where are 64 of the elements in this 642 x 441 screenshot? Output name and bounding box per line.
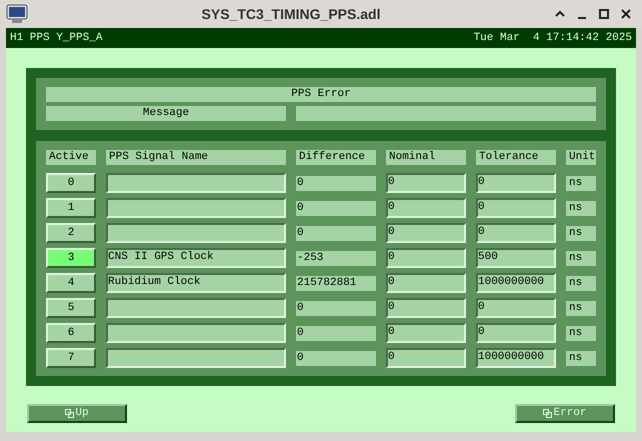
tolerance-field[interactable]: 0: [476, 323, 556, 343]
date-time: Tue Mar 4 17:14:42 2025: [474, 30, 632, 46]
column-header: Nominal: [386, 150, 466, 165]
unit-label: ns: [566, 301, 596, 316]
tolerance-field[interactable]: 1000000000: [476, 273, 556, 293]
active-button[interactable]: 1: [46, 198, 96, 218]
active-button[interactable]: 3: [46, 248, 96, 268]
empty-name-field[interactable]: [106, 298, 286, 318]
tolerance-field[interactable]: 1000000000: [476, 348, 556, 368]
unit-label: ns: [566, 201, 596, 216]
empty-name-field[interactable]: [106, 348, 286, 368]
unit-label: ns: [566, 251, 596, 266]
nominal-field[interactable]: 0: [386, 173, 466, 193]
difference-value: 0: [296, 326, 376, 341]
unit-label: ns: [566, 176, 596, 191]
signal-name-field[interactable]: Rubidium Clock: [106, 273, 286, 293]
monitor-icon: [6, 4, 28, 24]
active-button[interactable]: 0: [46, 173, 96, 193]
close-icon[interactable]: [620, 8, 632, 20]
nominal-field[interactable]: 0: [386, 348, 466, 368]
column-header: Difference: [296, 150, 376, 165]
unit-label: ns: [566, 226, 596, 241]
difference-value: 0: [296, 351, 376, 366]
column-header: Unit: [566, 150, 596, 165]
tolerance-field[interactable]: 500: [476, 248, 556, 268]
unit-label: ns: [566, 326, 596, 341]
difference-value: 0: [296, 201, 376, 216]
message-label: Message: [46, 106, 286, 121]
maximize-icon[interactable]: [598, 8, 610, 20]
active-button[interactable]: 4: [46, 273, 96, 293]
column-header: PPS Signal Name: [106, 150, 286, 165]
empty-name-field[interactable]: [106, 198, 286, 218]
column-header: Active: [46, 150, 96, 165]
station-label: H1 PPS Y_PPS_A: [10, 30, 102, 46]
empty-name-field[interactable]: [106, 223, 286, 243]
windows-icon: [543, 409, 552, 418]
tolerance-field[interactable]: 0: [476, 173, 556, 193]
difference-value: 0: [296, 226, 376, 241]
active-button[interactable]: 2: [46, 223, 96, 243]
active-button[interactable]: 6: [46, 323, 96, 343]
tolerance-field[interactable]: 0: [476, 223, 556, 243]
unit-label: ns: [566, 276, 596, 291]
nominal-field[interactable]: 0: [386, 248, 466, 268]
nominal-field[interactable]: 0: [386, 298, 466, 318]
windows-icon: [65, 409, 74, 418]
difference-value: 215782881: [296, 276, 376, 291]
nominal-field[interactable]: 0: [386, 323, 466, 343]
tolerance-field[interactable]: 0: [476, 198, 556, 218]
unit-label: ns: [566, 351, 596, 366]
panel-title: PPS Error: [46, 87, 596, 102]
difference-value: 0: [296, 176, 376, 191]
window-title: SYS_TC3_TIMING_PPS.adl: [200, 4, 382, 24]
tolerance-field[interactable]: 0: [476, 298, 556, 318]
nominal-field[interactable]: 0: [386, 198, 466, 218]
column-header: Tolerance: [476, 150, 556, 165]
nominal-field[interactable]: 0: [386, 223, 466, 243]
empty-name-field[interactable]: [106, 173, 286, 193]
empty-name-field[interactable]: [106, 323, 286, 343]
nominal-field[interactable]: 0: [386, 273, 466, 293]
signal-name-field[interactable]: CNS II GPS Clock: [106, 248, 286, 268]
active-button[interactable]: 7: [46, 348, 96, 368]
difference-value: 0: [296, 301, 376, 316]
difference-value: -253: [296, 251, 376, 266]
active-button[interactable]: 5: [46, 298, 96, 318]
